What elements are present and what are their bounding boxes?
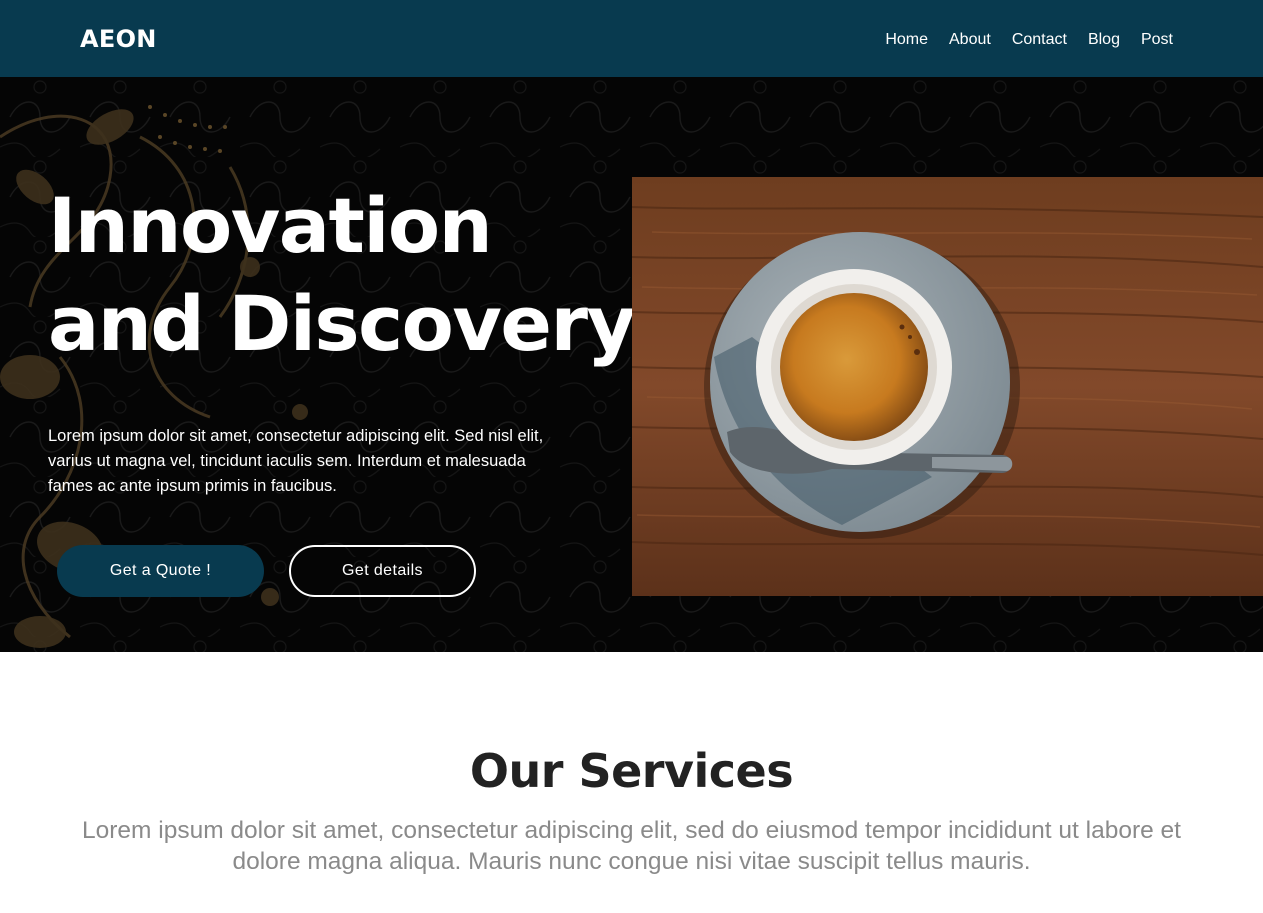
navbar: AEON Home About Contact Blog Post	[0, 0, 1263, 77]
hero-description: Lorem ipsum dolor sit amet, consectetur …	[48, 427, 544, 495]
services-title: Our Services	[469, 744, 794, 798]
brand-logo[interactable]: AEON	[80, 25, 157, 53]
get-quote-button[interactable]: Get a Quote !	[57, 545, 264, 597]
nav-link-home[interactable]: Home	[885, 30, 928, 50]
get-details-button[interactable]: Get details	[289, 545, 476, 597]
nav-link-post[interactable]: Post	[1141, 30, 1173, 50]
nav-links: Home About Contact Blog Post	[885, 30, 1173, 50]
services-description: Lorem ipsum dolor sit amet, consectetur …	[82, 817, 1181, 875]
hero-title-line-2: and Discovery	[48, 279, 636, 368]
nav-link-about[interactable]: About	[949, 30, 991, 50]
hero-coffee-image	[632, 177, 1263, 596]
nav-link-blog[interactable]: Blog	[1088, 30, 1120, 50]
hero-title-line-1: Innovation	[48, 181, 493, 270]
hero-title: Innovation and Discovery	[48, 177, 636, 373]
nav-link-contact[interactable]: Contact	[1012, 30, 1067, 50]
hero-section: Innovation and Discovery Lorem ipsum dol…	[0, 77, 1263, 652]
